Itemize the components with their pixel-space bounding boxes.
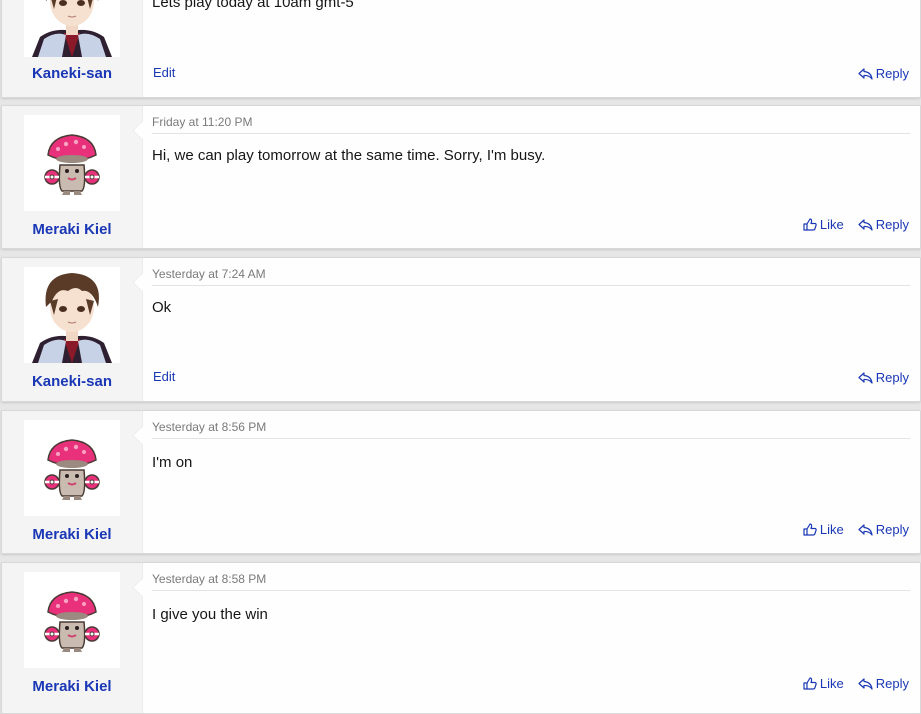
message-body: I'm on — [152, 454, 193, 471]
reply-arrow-icon — [858, 677, 873, 690]
message-thread: Kaneki-san Lets play today at 10am gmt-5… — [0, 0, 921, 714]
reply-arrow-icon — [858, 371, 873, 384]
anime-boy-avatar-icon — [24, 267, 120, 363]
message-user-panel: Kaneki-san — [2, 0, 143, 97]
message-actions-left: Edit — [153, 65, 175, 80]
like-button[interactable]: Like — [803, 522, 844, 537]
message-user-panel: Meraki Kiel — [2, 106, 143, 248]
message-post: Kaneki-san Yesterday at 7:24 AM Ok Edit … — [1, 257, 921, 402]
message-actions-right: Like Reply — [803, 217, 909, 232]
user-avatar[interactable] — [24, 115, 120, 211]
user-name-link[interactable]: Kaneki-san — [2, 65, 142, 82]
message-user-panel: Meraki Kiel — [2, 411, 143, 553]
message-body: Hi, we can play tomorrow at the same tim… — [152, 147, 546, 164]
thumbs-up-icon — [803, 677, 817, 690]
user-avatar[interactable] — [24, 0, 120, 57]
message-user-panel: Kaneki-san — [2, 258, 143, 401]
message-body: Lets play today at 10am gmt-5 — [152, 0, 354, 11]
reply-label: Reply — [875, 676, 909, 691]
thumbs-up-icon — [803, 218, 817, 231]
reply-label: Reply — [875, 66, 909, 81]
like-button[interactable]: Like — [803, 676, 844, 691]
message-actions-left: Edit — [153, 369, 175, 384]
user-name-link[interactable]: Meraki Kiel — [2, 526, 142, 543]
user-avatar[interactable] — [24, 572, 120, 668]
reply-button[interactable]: Reply — [858, 522, 909, 537]
mushroom-pokemon-avatar-icon — [24, 572, 120, 668]
edit-link[interactable]: Edit — [153, 369, 175, 384]
message-content: Yesterday at 7:24 AM Ok Edit Reply — [152, 258, 910, 401]
message-user-panel: Meraki Kiel — [2, 563, 143, 713]
message-content: Lets play today at 10am gmt-5 Edit Reply — [152, 0, 910, 97]
message-actions-right: Like Reply — [803, 522, 909, 537]
message-actions-right: Like Reply — [803, 676, 909, 691]
message-post: Meraki Kiel Friday at 11:20 PM Hi, we ca… — [1, 105, 921, 249]
reply-button[interactable]: Reply — [858, 370, 909, 385]
message-post: Kaneki-san Lets play today at 10am gmt-5… — [1, 0, 921, 98]
reply-arrow-icon — [858, 67, 873, 80]
like-label: Like — [819, 676, 844, 691]
like-label: Like — [819, 522, 844, 537]
user-avatar[interactable] — [24, 267, 120, 363]
message-timestamp[interactable]: Yesterday at 7:24 AM — [152, 267, 910, 286]
reply-label: Reply — [875, 370, 909, 385]
mushroom-pokemon-avatar-icon — [24, 420, 120, 516]
user-name-link[interactable]: Meraki Kiel — [2, 678, 142, 695]
message-body: Ok — [152, 299, 172, 316]
thumbs-up-icon — [803, 523, 817, 536]
message-post: Meraki Kiel Yesterday at 8:56 PM I'm on … — [1, 410, 921, 554]
message-timestamp[interactable]: Yesterday at 8:58 PM — [152, 572, 910, 591]
message-content: Yesterday at 8:56 PM I'm on Like Reply — [152, 411, 910, 553]
message-actions-right: Reply — [858, 66, 909, 81]
message-post: Meraki Kiel Yesterday at 8:58 PM I give … — [1, 562, 921, 714]
reply-button[interactable]: Reply — [858, 676, 909, 691]
reply-label: Reply — [875, 522, 909, 537]
reply-button[interactable]: Reply — [858, 66, 909, 81]
message-timestamp[interactable]: Friday at 11:20 PM — [152, 115, 910, 134]
reply-arrow-icon — [858, 218, 873, 231]
reply-label: Reply — [875, 217, 909, 232]
message-body: I give you the win — [152, 606, 268, 623]
user-name-link[interactable]: Meraki Kiel — [2, 221, 142, 238]
message-timestamp[interactable]: Yesterday at 8:56 PM — [152, 420, 910, 439]
reply-arrow-icon — [858, 523, 873, 536]
like-button[interactable]: Like — [803, 217, 844, 232]
message-actions-right: Reply — [858, 370, 909, 385]
anime-boy-avatar-icon — [24, 0, 120, 57]
edit-link[interactable]: Edit — [153, 65, 175, 80]
user-avatar[interactable] — [24, 420, 120, 516]
reply-button[interactable]: Reply — [858, 217, 909, 232]
user-name-link[interactable]: Kaneki-san — [2, 373, 142, 390]
message-content: Yesterday at 8:58 PM I give you the win … — [152, 563, 910, 713]
message-content: Friday at 11:20 PM Hi, we can play tomor… — [152, 106, 910, 248]
mushroom-pokemon-avatar-icon — [24, 115, 120, 211]
like-label: Like — [819, 217, 844, 232]
